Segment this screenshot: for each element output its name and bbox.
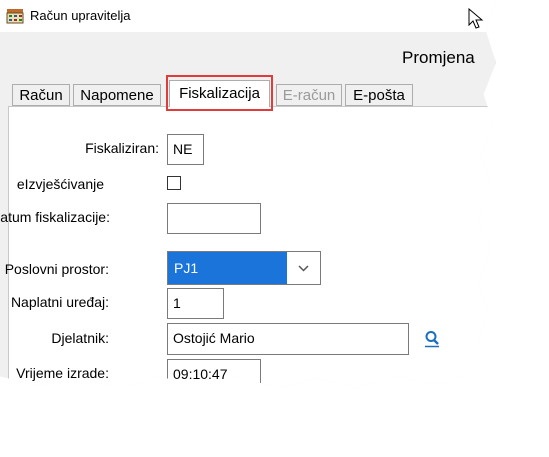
poslovni-prostor-label: Poslovni prostor:	[4, 261, 109, 277]
vrijeme-izrade-label: Vrijeme izrade:	[16, 365, 109, 381]
naplatni-uredaj-label: Naplatni uređaj:	[10, 294, 109, 310]
poslovni-prostor-value: PJ1	[168, 252, 287, 284]
eizvjescivanje-label: eIzvješćivanje	[16, 176, 104, 192]
djelatnik-field[interactable]: Ostojić Mario	[167, 323, 409, 355]
mode-header: Promjena	[402, 48, 475, 67]
fiskaliziran-field[interactable]: NE	[167, 134, 204, 165]
djelatnik-label: Djelatnik:	[51, 330, 109, 346]
cash-register-icon	[6, 9, 24, 24]
tab-e-racun[interactable]: E-račun	[276, 84, 342, 106]
tab-e-posta[interactable]: E-pošta	[345, 84, 413, 106]
window: Račun upravitelja Promjena Račun Napomen…	[0, 0, 496, 389]
fiskaliziran-label: Fiskaliziran:	[85, 140, 159, 156]
tab-napomene[interactable]: Napomene	[73, 84, 161, 106]
datum-fiskalizacije-field[interactable]	[167, 203, 261, 234]
chevron-down-icon	[298, 265, 309, 272]
title-bar: Račun upravitelja	[0, 0, 496, 32]
dropdown-button[interactable]	[287, 252, 320, 284]
eizvjescivanje-checkbox[interactable]	[167, 176, 181, 190]
tab-highlight-frame	[166, 75, 273, 111]
tab-racun[interactable]: Račun	[12, 84, 70, 106]
window-title: Račun upravitelja	[30, 8, 131, 23]
vrijeme-izrade-field[interactable]: 09:10:47	[167, 359, 261, 389]
poslovni-prostor-select[interactable]: PJ1	[167, 251, 321, 285]
mouse-cursor-icon	[468, 8, 484, 29]
datum-fiskalizacije-label: Datum fiskalizacije:	[0, 209, 110, 225]
search-user-icon[interactable]	[423, 330, 441, 348]
naplatni-uredaj-field[interactable]: 1	[167, 288, 224, 319]
